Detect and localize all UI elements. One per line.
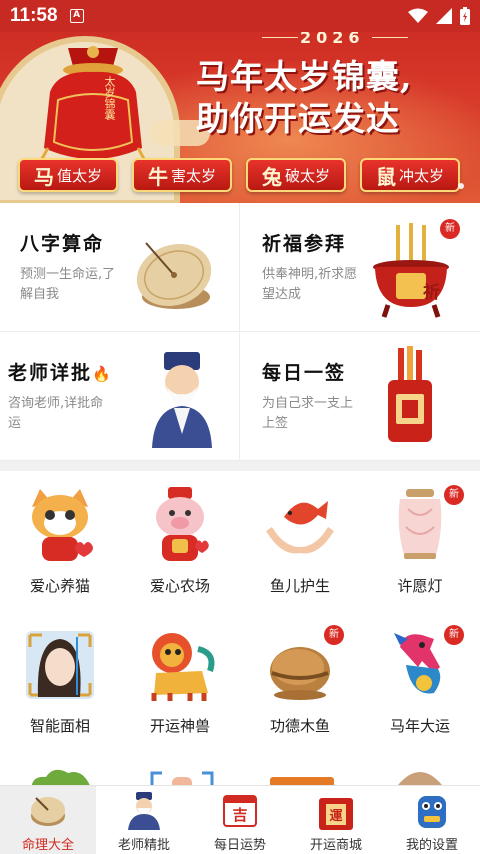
tool-grid: 爱心养猫 爱心农场 鱼儿护生 许愿灯 新 智能面相 开运神兽 功德木鱼 新 马年… — [0, 471, 480, 785]
chip-ma-text: 值太岁 — [56, 166, 102, 185]
feature-desc: 预测一生命运,了解自我 — [20, 267, 116, 302]
feature-desc: 供奉神明,祈求愿望达成 — [262, 267, 358, 302]
new-badge: 新 — [324, 625, 344, 645]
feature-daily-lot[interactable]: 每日一签 为自己求一支上上签 — [240, 332, 480, 461]
carousel-indicator — [458, 183, 464, 189]
chip-ma-glyph: 马 — [33, 164, 54, 189]
year-line-left — [262, 37, 298, 38]
feature-title: 老师详批 — [8, 362, 93, 384]
shop-tab-icon: 運 — [316, 792, 356, 830]
feature-master[interactable]: 老师详批🔥 咨询老师,详批命运 — [0, 332, 240, 461]
shop-glyph: 運 — [326, 803, 346, 825]
feature-desc: 为自己求一支上上签 — [262, 396, 354, 431]
feature-title-wrap: 老师详批🔥 — [8, 358, 113, 385]
section-divider — [0, 461, 480, 471]
signal-icon — [436, 8, 452, 24]
grid-item-horse[interactable]: 马年大运 新 — [360, 611, 480, 751]
chip-niu-glyph: 牛 — [147, 164, 168, 189]
calendar-tab-icon: 吉 — [220, 792, 260, 830]
compass-tab-icon — [31, 797, 65, 826]
feature-bazi[interactable]: 八字算命 预测一生命运,了解自我 — [0, 203, 240, 332]
chip-tu[interactable]: 兔破太岁 — [246, 158, 346, 192]
grid-label: 智能面相 — [29, 717, 90, 735]
grid-label: 开运神兽 — [149, 717, 210, 735]
feature-title: 八字算命 — [20, 233, 105, 255]
chip-niu[interactable]: 牛害太岁 — [132, 158, 232, 192]
new-badge: 新 — [444, 485, 464, 505]
person-avatar-icon — [398, 772, 442, 785]
tab-settings[interactable]: 我的设置 — [384, 786, 480, 854]
tree-icon — [31, 769, 90, 785]
feature-desc: 咨询老师,详批命运 — [8, 396, 104, 431]
status-icons — [408, 7, 470, 25]
chip-niu-text: 害太岁 — [170, 166, 216, 185]
chip-shu[interactable]: 鼠冲太岁 — [360, 158, 460, 192]
feature-qifu[interactable]: 祈福参拜 供奉神明,祈求愿望达成 祈 新 — [240, 203, 480, 332]
grid-item-face[interactable]: 智能面相 — [0, 611, 120, 751]
new-badge: 新 — [440, 219, 460, 239]
grid-label: 功德木鱼 — [269, 717, 330, 735]
burner-glyph: 祈 — [423, 283, 440, 303]
tab-label: 开运商城 — [309, 838, 362, 853]
feature-title: 祈福参拜 — [262, 233, 347, 255]
fish-hands-icon — [266, 501, 334, 554]
calendar-body: 吉 — [223, 795, 257, 827]
tab-label: 老师精批 — [117, 838, 170, 853]
scan-frame-icon — [150, 771, 214, 785]
tab-daily-fortune[interactable]: 吉 每日运势 — [192, 786, 288, 854]
chip-tu-glyph: 兔 — [261, 164, 282, 189]
master-icon — [152, 352, 212, 448]
grid-label: 爱心农场 — [149, 577, 210, 595]
bag-label: 太岁锦囊 — [103, 76, 116, 120]
status-time: 11:58 — [10, 5, 58, 26]
tab-mingli[interactable]: 命理大全 — [0, 786, 96, 854]
tab-label: 我的设置 — [405, 838, 458, 853]
grid-label: 爱心养猫 — [29, 577, 90, 595]
feature-grid: 八字算命 预测一生命运,了解自我 祈福参拜 供奉神明,祈求愿望达成 祈 新 老师… — [0, 203, 480, 461]
robot-tab-icon — [418, 796, 446, 828]
chip-tu-text: 破太岁 — [284, 166, 330, 185]
fortune-stick-icon — [388, 346, 432, 442]
taisui-chips: 马值太岁 牛害太岁 兔破太岁 鼠冲太岁 — [18, 158, 460, 192]
shop-bag: 運 — [319, 798, 353, 830]
face-scan-icon — [26, 631, 94, 699]
pig-icon — [156, 487, 209, 561]
chip-ma[interactable]: 马值太岁 — [18, 158, 118, 192]
grid-item-lantern[interactable]: 许愿灯 新 — [360, 471, 480, 611]
tab-label: 每日运势 — [213, 838, 266, 853]
sundial-icon — [136, 242, 212, 309]
cat-icon — [32, 489, 93, 561]
wifi-icon — [408, 8, 428, 23]
notification-icon: A — [69, 9, 84, 23]
grid-item-cat[interactable]: 爱心养猫 — [0, 471, 120, 611]
feature-title: 每日一签 — [262, 362, 347, 384]
chip-shu-text: 冲太岁 — [398, 166, 444, 185]
grid-item-muyu[interactable]: 功德木鱼 新 — [240, 611, 360, 751]
banner-headline: 马年太岁锦囊, 助你开运发达 — [196, 56, 466, 140]
grid-label: 鱼儿护生 — [269, 577, 330, 595]
grid-label: 许愿灯 — [397, 577, 443, 595]
lion-icon — [151, 633, 215, 701]
battery-icon — [460, 7, 470, 25]
fire-icon: 🔥 — [92, 365, 113, 383]
grid-item-farm[interactable]: 爱心农场 — [120, 471, 240, 611]
gift-box-icon — [270, 777, 334, 785]
grid-item-lion[interactable]: 开运神兽 — [120, 611, 240, 751]
tab-master[interactable]: 老师精批 — [96, 786, 192, 854]
new-badge: 新 — [444, 625, 464, 645]
banner-headline-line2: 助你开运发达 — [196, 99, 400, 138]
grid-item-fish[interactable]: 鱼儿护生 — [240, 471, 360, 611]
year-line-right — [372, 37, 408, 38]
tab-label: 命理大全 — [21, 838, 74, 853]
master-tab-icon — [128, 792, 160, 830]
grid-label: 马年大运 — [389, 717, 450, 735]
chip-shu-glyph: 鼠 — [375, 164, 396, 189]
status-bar: 11:58 A — [0, 0, 480, 32]
tab-shop[interactable]: 運 开运商城 — [288, 786, 384, 854]
banner-headline-line1: 马年太岁锦囊, — [196, 57, 413, 96]
bottom-nav: 命理大全 老师精批 吉 每日运势 運 开运商城 我的设置 — [0, 785, 480, 854]
